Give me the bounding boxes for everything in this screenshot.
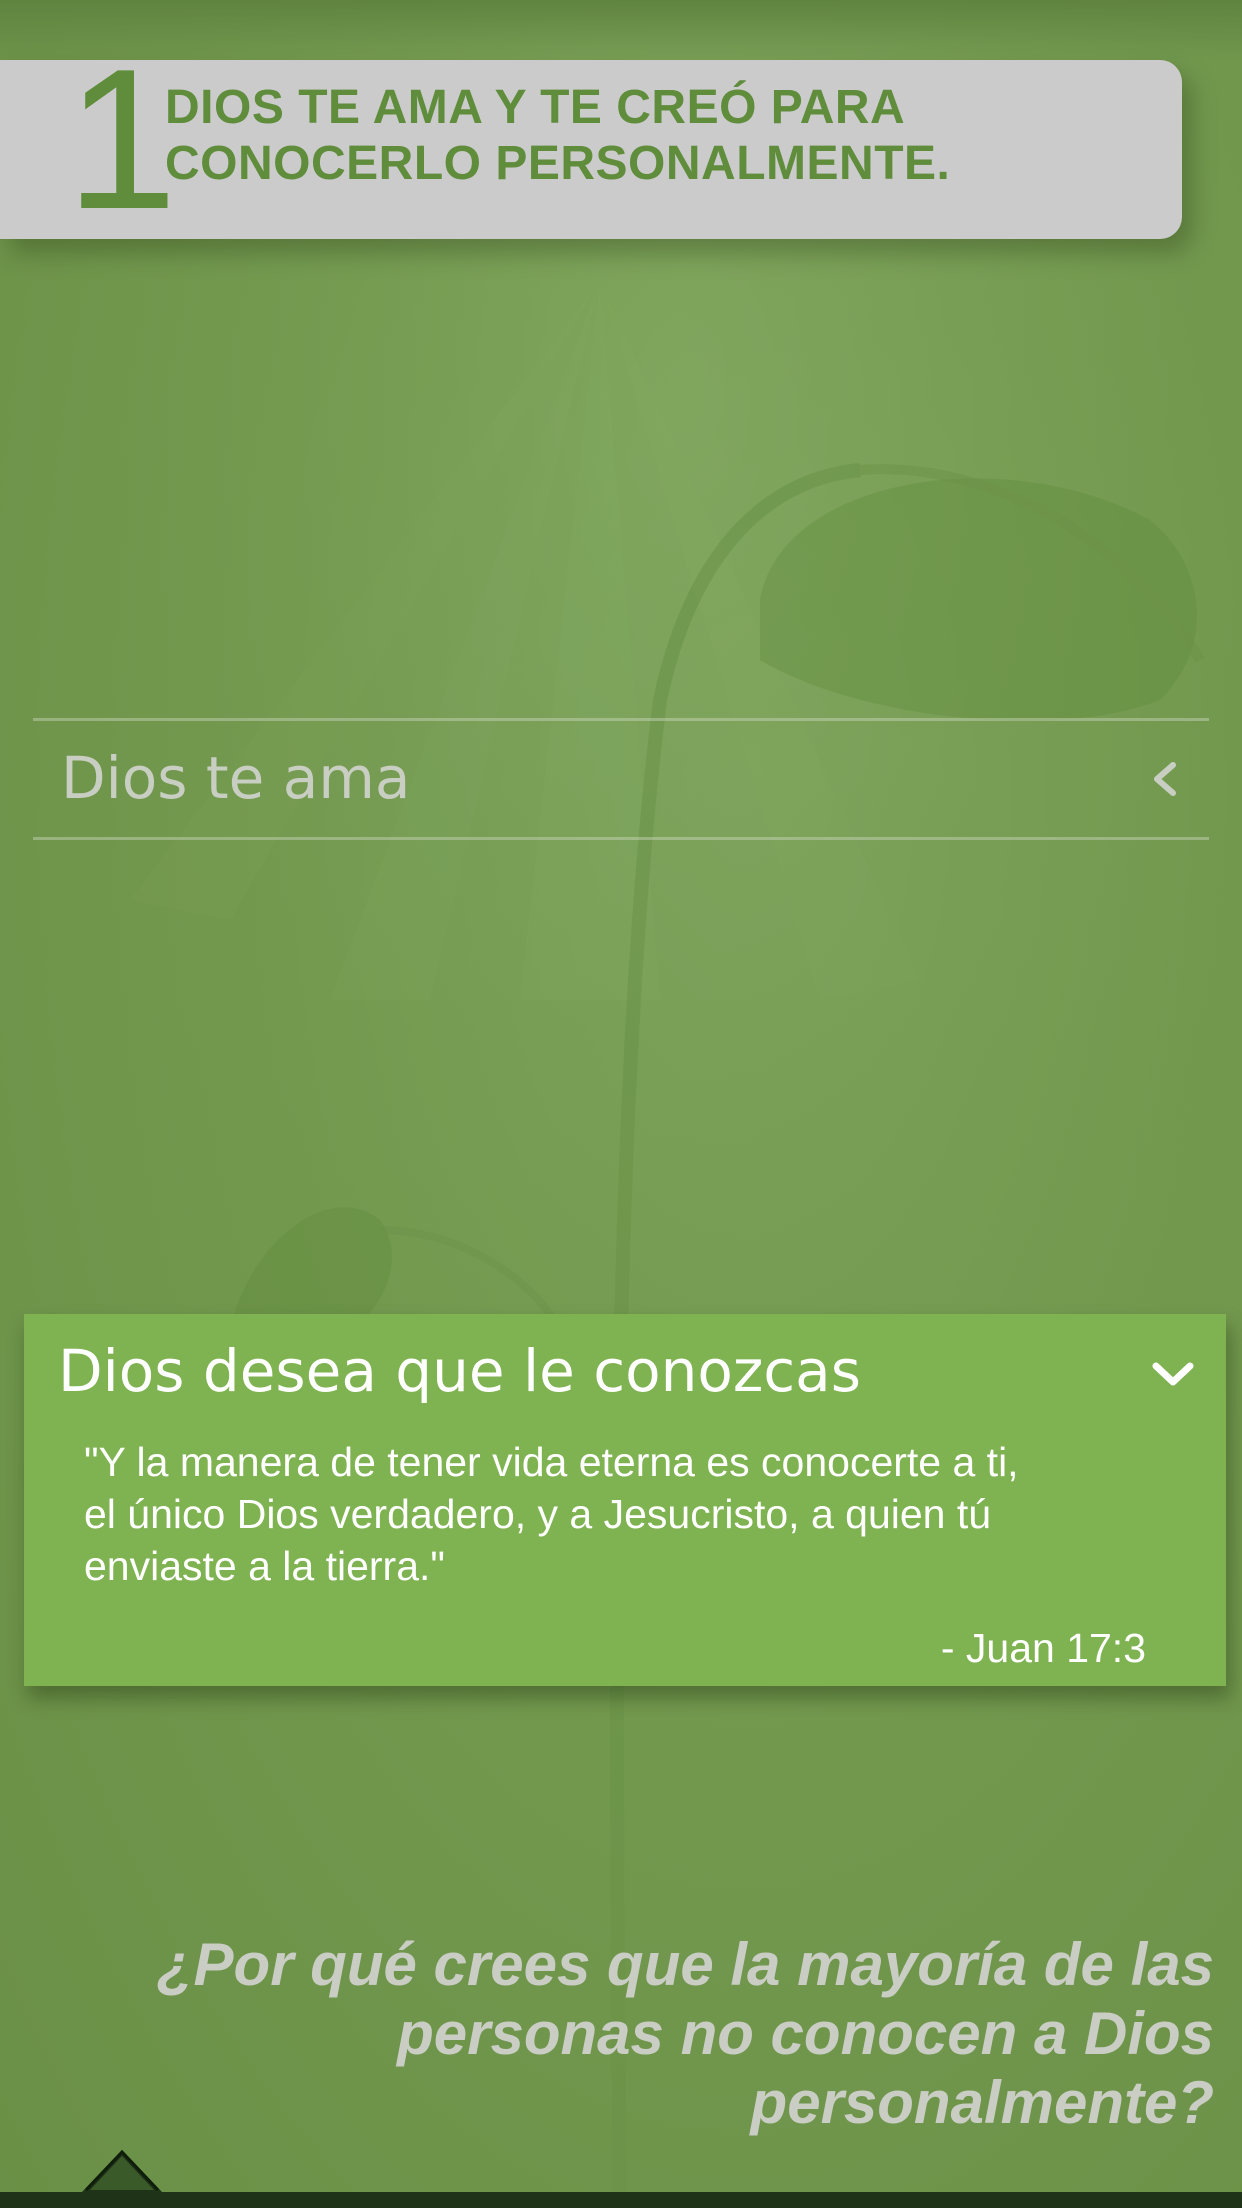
reflection-question: ¿Por qué crees que la mayoría de las per… [64,1930,1214,2137]
verse-text: "Y la manera de tener vida eterna es con… [84,1436,1164,1592]
question-line: ¿Por qué crees que la mayoría de las [156,1931,1214,1998]
top-shade [0,0,1242,60]
chevron-down-icon[interactable] [1150,1356,1196,1392]
verse-card-title: Dios desea que le conozcas [58,1337,861,1405]
accordion-dios-te-ama[interactable]: Dios te ama [33,718,1209,840]
up-arrow-icon[interactable] [80,2148,164,2192]
header-title-line2: CONOCERLO PERSONALMENTE. [165,137,951,190]
accordion-dios-desea-que-le-conozcas[interactable]: Dios desea que le conozcas "Y la manera … [24,1314,1226,1686]
header-title: DIOS TE AMA Y TE CREÓ PARA CONOCERLO PER… [165,80,1165,192]
accordion-label: Dios te ama [61,744,411,812]
header-title-line1: DIOS TE AMA Y TE CREÓ PARA [165,81,906,134]
verse-line: el único Dios verdadero, y a Jesucristo,… [84,1491,992,1537]
chevron-left-icon [1154,762,1176,796]
verse-reference: - Juan 17:3 [940,1625,1146,1671]
bottom-bar [0,2192,1242,2208]
verse-line: "Y la manera de tener vida eterna es con… [84,1439,1019,1485]
question-line: personas no conocen a Dios [397,2000,1214,2067]
verse-line: enviaste a la tierra." [84,1543,445,1589]
step-number: 1 [66,28,178,251]
question-line: personalmente? [750,2069,1214,2136]
plant-background-image [0,0,1242,2208]
